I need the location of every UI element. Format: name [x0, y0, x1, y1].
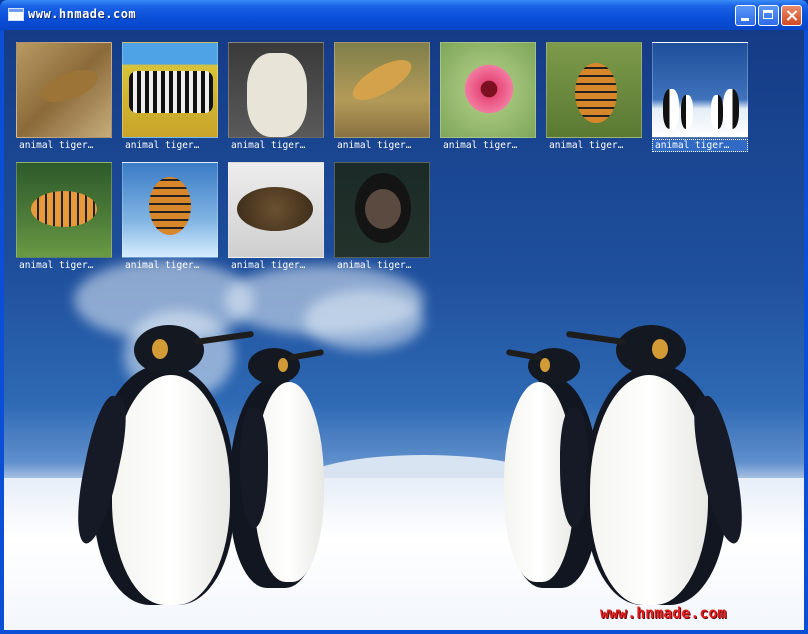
watermark: www.hnmade.com — [600, 604, 727, 622]
thumbnail-item[interactable]: animal tiger… — [16, 162, 112, 272]
penguin — [565, 325, 752, 615]
thumbnail-image[interactable] — [652, 42, 748, 138]
thumbnail-caption: animal tiger… — [443, 140, 518, 151]
penguin — [226, 348, 336, 588]
thumbnail-item[interactable]: animal tiger… — [334, 162, 430, 272]
thumbnail-image[interactable] — [334, 42, 430, 138]
thumbnail-image[interactable] — [228, 42, 324, 138]
thumbnail-item[interactable]: animal tiger… — [652, 42, 748, 152]
thumbnail-caption: animal tiger… — [125, 260, 200, 271]
window-icon — [8, 8, 24, 21]
thumbnail-item[interactable]: animal tiger… — [228, 42, 324, 152]
thumbnail-image[interactable] — [334, 162, 430, 258]
maximize-button[interactable] — [758, 5, 779, 26]
cloud — [304, 290, 424, 350]
thumbnail-image[interactable] — [16, 162, 112, 258]
thumbnail-caption: animal tiger… — [231, 140, 306, 151]
thumbnail-image[interactable] — [228, 162, 324, 258]
minimize-button[interactable] — [735, 5, 756, 26]
thumbnail-image[interactable] — [440, 42, 536, 138]
thumbnail-caption: animal tiger… — [125, 140, 200, 151]
thumbnail-caption: animal tiger… — [19, 140, 94, 151]
thumbnail-item[interactable]: animal tiger… — [16, 42, 112, 152]
thumbnail-caption: animal tiger… — [337, 260, 412, 271]
app-window: www.hnmade.com www.hnmade.com animal tig… — [0, 0, 808, 634]
thumbnail-item[interactable]: animal tiger… — [122, 162, 218, 272]
thumbnail-image[interactable] — [122, 42, 218, 138]
thumbnail-caption: animal tiger… — [549, 140, 624, 151]
thumbnail-item[interactable]: animal tiger… — [334, 42, 430, 152]
close-button[interactable] — [781, 5, 802, 26]
thumbnail-item[interactable]: animal tiger… — [122, 42, 218, 152]
thumbnail-image[interactable] — [122, 162, 218, 258]
thumbnail-item[interactable]: animal tiger… — [440, 42, 536, 152]
thumbnail-caption: animal tiger… — [19, 260, 94, 271]
thumbnail-caption: animal tiger… — [337, 140, 412, 151]
thumbnail-item[interactable]: animal tiger… — [228, 162, 324, 272]
thumbnail-caption: animal tiger… — [652, 139, 748, 152]
thumbnail-image[interactable] — [546, 42, 642, 138]
thumbnail-caption: animal tiger… — [231, 260, 306, 271]
window-title: www.hnmade.com — [28, 7, 137, 21]
title-bar[interactable]: www.hnmade.com — [0, 0, 808, 30]
desktop-background: www.hnmade.com animal tiger… animal tige… — [4, 30, 804, 630]
thumbnail-image[interactable] — [16, 42, 112, 138]
thumbnail-item[interactable]: animal tiger… — [546, 42, 642, 152]
